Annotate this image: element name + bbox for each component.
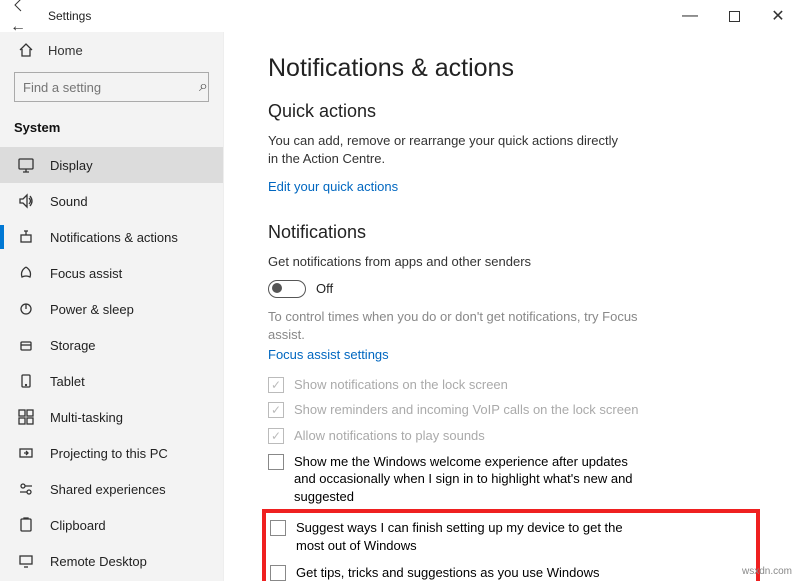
- back-button[interactable]: ←: [10, 0, 30, 36]
- checkbox-row: Show notifications on the lock screen: [268, 376, 760, 394]
- checkbox-row: Allow notifications to play sounds: [268, 427, 760, 445]
- window-title: Settings: [48, 9, 91, 23]
- nav-label: Focus assist: [50, 266, 122, 281]
- toggle-state-label: Off: [316, 281, 333, 296]
- checkbox: [268, 428, 284, 444]
- sidebar-item-power-sleep[interactable]: Power & sleep: [0, 291, 223, 327]
- search-icon: ⌕: [199, 78, 208, 96]
- home-icon: [18, 42, 34, 58]
- checkbox-label: Show me the Windows welcome experience a…: [294, 453, 644, 506]
- nav-icon: [18, 373, 34, 389]
- nav-label: Projecting to this PC: [50, 446, 168, 461]
- home-button[interactable]: Home: [0, 32, 223, 68]
- checkbox-row[interactable]: Show me the Windows welcome experience a…: [268, 453, 760, 506]
- notifications-title: Notifications: [268, 222, 760, 243]
- notifications-toggle-desc: Get notifications from apps and other se…: [268, 253, 760, 271]
- search-box[interactable]: ⌕: [14, 72, 209, 102]
- minimize-button[interactable]: —: [668, 0, 712, 32]
- quick-actions-title: Quick actions: [268, 101, 760, 122]
- section-header: System: [0, 114, 223, 147]
- quick-actions-desc: You can add, remove or rearrange your qu…: [268, 132, 618, 168]
- nav-icon: [18, 517, 34, 533]
- sidebar-item-tablet[interactable]: Tablet: [0, 363, 223, 399]
- sidebar-item-remote-desktop[interactable]: Remote Desktop: [0, 543, 223, 579]
- checkbox-label: Show notifications on the lock screen: [294, 376, 508, 394]
- page-title: Notifications & actions: [268, 54, 760, 83]
- checkbox[interactable]: [270, 565, 286, 581]
- nav-icon: [18, 193, 34, 209]
- sidebar-item-notifications-actions[interactable]: Notifications & actions: [0, 219, 223, 255]
- nav-icon: [18, 445, 34, 461]
- nav-label: Notifications & actions: [50, 230, 178, 245]
- sidebar-item-focus-assist[interactable]: Focus assist: [0, 255, 223, 291]
- home-label: Home: [48, 43, 83, 58]
- checkbox-label: Allow notifications to play sounds: [294, 427, 485, 445]
- sidebar-item-clipboard[interactable]: Clipboard: [0, 507, 223, 543]
- notifications-toggle[interactable]: [268, 280, 306, 298]
- main-content: Notifications & actions Quick actions Yo…: [224, 32, 800, 581]
- checkbox[interactable]: [268, 454, 284, 470]
- focus-assist-link[interactable]: Focus assist settings: [268, 347, 389, 362]
- control-times-desc: To control times when you do or don't ge…: [268, 308, 648, 344]
- maximize-button[interactable]: [712, 0, 756, 32]
- nav-icon: [18, 481, 34, 497]
- nav-label: Shared experiences: [50, 482, 166, 497]
- highlighted-box: Suggest ways I can finish setting up my …: [262, 509, 760, 581]
- nav-label: Remote Desktop: [50, 554, 147, 569]
- nav-icon: [18, 301, 34, 317]
- close-button[interactable]: ✕: [756, 0, 800, 32]
- sidebar-item-display[interactable]: Display: [0, 147, 223, 183]
- checkbox-row[interactable]: Get tips, tricks and suggestions as you …: [270, 564, 748, 581]
- nav-label: Multi-tasking: [50, 410, 123, 425]
- nav-label: Power & sleep: [50, 302, 134, 317]
- nav-icon: [18, 337, 34, 353]
- sidebar-item-shared-experiences[interactable]: Shared experiences: [0, 471, 223, 507]
- sidebar-item-storage[interactable]: Storage: [0, 327, 223, 363]
- nav-icon: [18, 553, 34, 569]
- checkbox-label: Show reminders and incoming VoIP calls o…: [294, 401, 638, 419]
- checkbox-label: Suggest ways I can finish setting up my …: [296, 519, 646, 554]
- checkbox-label: Get tips, tricks and suggestions as you …: [296, 564, 599, 581]
- nav-label: Clipboard: [50, 518, 106, 533]
- sidebar-item-sound[interactable]: Sound: [0, 183, 223, 219]
- nav-label: Storage: [50, 338, 96, 353]
- checkbox: [268, 377, 284, 393]
- watermark: wsxdn.com: [742, 566, 792, 577]
- checkbox-row: Show reminders and incoming VoIP calls o…: [268, 401, 760, 419]
- nav-icon: [18, 265, 34, 281]
- nav-label: Tablet: [50, 374, 85, 389]
- checkbox[interactable]: [270, 520, 286, 536]
- nav-label: Display: [50, 158, 93, 173]
- edit-quick-actions-link[interactable]: Edit your quick actions: [268, 179, 398, 194]
- search-input[interactable]: [23, 80, 199, 95]
- nav-icon: [18, 409, 34, 425]
- checkbox: [268, 402, 284, 418]
- sidebar: Home ⌕ System Display Sound Notifications …: [0, 32, 224, 581]
- nav-label: Sound: [50, 194, 88, 209]
- titlebar: ← Settings — ✕: [0, 0, 800, 32]
- nav-icon: [18, 229, 34, 245]
- checkbox-row[interactable]: Suggest ways I can finish setting up my …: [270, 519, 748, 554]
- sidebar-item-projecting-to-this-pc[interactable]: Projecting to this PC: [0, 435, 223, 471]
- nav-icon: [18, 157, 34, 173]
- sidebar-item-multi-tasking[interactable]: Multi-tasking: [0, 399, 223, 435]
